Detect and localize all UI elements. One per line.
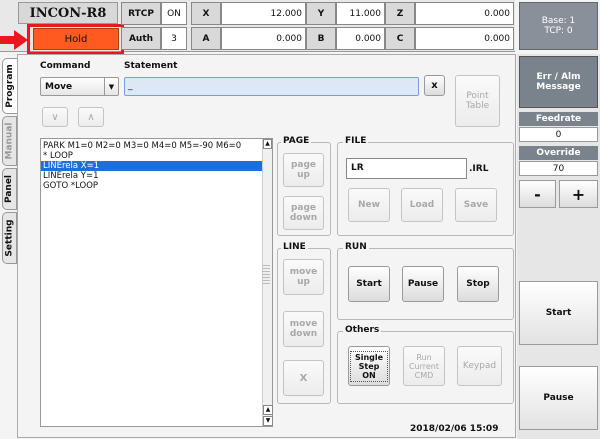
new-file-button[interactable]: New xyxy=(348,188,390,222)
run-pause-button[interactable]: Pause xyxy=(402,266,444,302)
program-list[interactable]: PARK M1=0 M2=0 M3=0 M4=0 M5=-90 M6=0 * L… xyxy=(40,138,273,427)
move-down-arrow-button[interactable]: ∨ xyxy=(42,107,68,127)
line-group-label: LINE xyxy=(281,242,308,253)
auth-value: 3 xyxy=(161,27,187,50)
app-title: INCON-R8 xyxy=(18,2,118,24)
page-down-button[interactable]: page down xyxy=(283,196,324,230)
run-group-label: RUN xyxy=(343,242,369,253)
statement-label: Statement xyxy=(124,61,178,71)
feedrate-label: Feedrate xyxy=(519,112,598,126)
pause-button[interactable]: Pause xyxy=(519,366,598,430)
load-file-button[interactable]: Load xyxy=(401,188,443,222)
z-label: Z xyxy=(385,2,415,25)
list-item[interactable]: PARK M1=0 M2=0 M3=0 M4=0 M5=-90 M6=0 xyxy=(41,141,272,151)
scroll-down-icon[interactable]: ▲ xyxy=(263,405,273,415)
list-item[interactable]: * LOOP xyxy=(41,151,272,161)
rtcp-value: ON xyxy=(161,2,187,25)
tab-program[interactable]: Program xyxy=(2,58,17,114)
tab-setting[interactable]: Setting xyxy=(2,212,17,264)
hold-button[interactable]: Hold xyxy=(33,28,119,50)
run-start-button[interactable]: Start xyxy=(348,266,390,302)
command-select[interactable]: Move ▼ xyxy=(40,77,119,96)
command-label: Command xyxy=(40,61,91,71)
z-value: 0.000 xyxy=(415,2,514,25)
scroll-down-icon[interactable]: ▼ xyxy=(263,416,273,426)
a-value: 0.000 xyxy=(221,27,306,50)
chevron-down-icon: ▼ xyxy=(104,78,118,95)
start-button[interactable]: Start xyxy=(519,281,598,345)
feedrate-value: 0 xyxy=(519,127,598,142)
tab-panel[interactable]: Panel xyxy=(2,168,17,210)
move-up-arrow-button[interactable]: ∧ xyxy=(78,107,104,127)
timestamp: 2018/02/06 15:09 xyxy=(410,424,499,434)
page-group-label: PAGE xyxy=(281,136,312,147)
single-step-label: Single Step ON xyxy=(349,350,389,382)
base-tcp-panel[interactable]: Base: 1 TCP: 0 xyxy=(519,2,598,50)
list-item[interactable]: LINErela Y=1 xyxy=(41,171,272,181)
list-item[interactable]: GOTO *LOOP xyxy=(41,181,272,191)
x-label: X xyxy=(191,2,221,25)
base-label: Base: 1 xyxy=(541,16,576,26)
clear-statement-button[interactable]: x xyxy=(424,75,445,96)
err-alm-message-button[interactable]: Err / Alm Message xyxy=(519,56,598,108)
override-label: Override xyxy=(519,146,598,160)
auth-label: Auth xyxy=(121,27,161,50)
command-value: Move xyxy=(45,81,73,92)
others-group-label: Others xyxy=(343,325,382,336)
scroll-up-icon[interactable]: ▲ xyxy=(263,139,272,149)
list-item-selected[interactable]: LINErela X=1 xyxy=(41,161,263,171)
override-plus-button[interactable]: + xyxy=(559,180,598,208)
override-value: 70 xyxy=(519,161,598,176)
y-label: Y xyxy=(306,2,336,25)
filename-input[interactable]: LR xyxy=(346,158,467,179)
rtcp-label: RTCP xyxy=(121,2,161,25)
single-step-button[interactable]: Single Step ON xyxy=(348,346,390,386)
keypad-button[interactable]: Keypad xyxy=(457,346,502,386)
tab-manual[interactable]: Manual xyxy=(2,116,17,166)
c-value: 0.000 xyxy=(415,27,514,50)
splitter-grip-icon[interactable] xyxy=(262,265,270,285)
delete-line-button[interactable]: X xyxy=(283,360,324,396)
save-file-button[interactable]: Save xyxy=(455,188,497,222)
y-value: 11.000 xyxy=(336,2,385,25)
point-table-button[interactable]: Point Table xyxy=(455,75,500,127)
a-label: A xyxy=(191,27,221,50)
c-label: C xyxy=(385,27,415,50)
x-value: 12.000 xyxy=(221,2,306,25)
run-stop-button[interactable]: Stop xyxy=(457,266,499,302)
run-current-cmd-button[interactable]: Run Current CMD xyxy=(403,346,445,386)
b-label: B xyxy=(306,27,336,50)
file-group-label: FILE xyxy=(343,136,369,147)
move-up-button[interactable]: move up xyxy=(283,259,324,295)
page-up-button[interactable]: page up xyxy=(283,153,324,187)
override-minus-button[interactable]: - xyxy=(519,180,556,208)
b-value: 0.000 xyxy=(336,27,385,50)
tcp-label: TCP: 0 xyxy=(544,26,573,36)
file-extension-label: .IRL xyxy=(469,164,489,174)
move-down-button[interactable]: move down xyxy=(283,311,324,347)
statement-input[interactable]: _ xyxy=(124,77,419,96)
pointer-arrow-icon xyxy=(0,30,28,50)
